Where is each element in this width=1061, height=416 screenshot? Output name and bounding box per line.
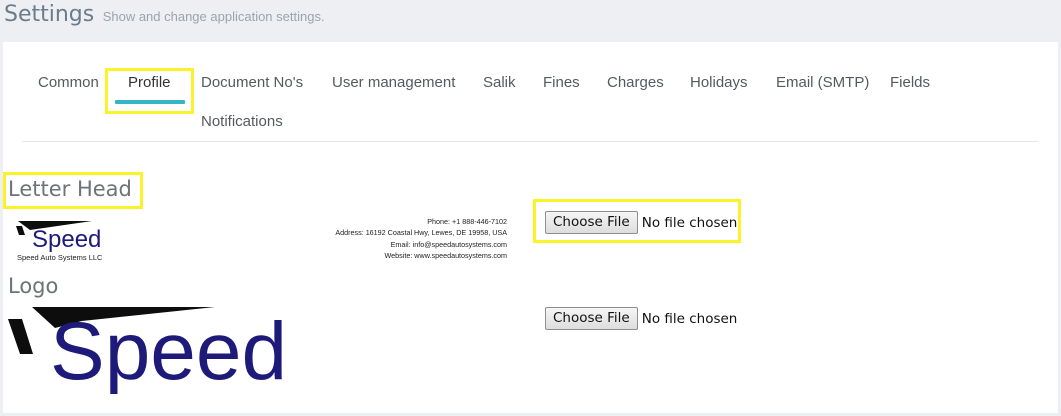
letter-head-file-status: No file chosen <box>641 214 738 231</box>
tab-user-management[interactable]: User management <box>332 74 455 91</box>
page-subtitle: Show and change application settings. <box>102 9 325 24</box>
letter-head-title: Letter Head <box>8 177 132 201</box>
tab-fines[interactable]: Fines <box>543 74 580 91</box>
logo-file-status: No file chosen <box>641 310 738 327</box>
logo-image-text: Speed <box>50 306 283 394</box>
letter-head-address: Address: 16192 Coastal Hwy, Lewes, DE 19… <box>335 228 507 238</box>
tab-common[interactable]: Common <box>38 74 99 91</box>
tab-document-nos[interactable]: Document No's <box>201 74 303 91</box>
letter-head-logo-text: Speed <box>32 226 101 253</box>
active-tab-indicator <box>115 100 185 104</box>
letter-head-company: Speed Auto Systems LLC <box>17 253 103 262</box>
tab-holidays[interactable]: Holidays <box>690 74 748 91</box>
letter-head-website: Website: www.speedautosystems.com <box>384 251 507 261</box>
tab-notifications[interactable]: Notifications <box>201 113 283 130</box>
page-header: Settings Show and change application set… <box>4 2 325 36</box>
logo-title: Logo <box>8 274 59 298</box>
tab-charges[interactable]: Charges <box>607 74 664 91</box>
page-title: Settings <box>4 2 95 27</box>
letter-head-choose-file-button[interactable]: Choose File <box>545 211 638 234</box>
logo-image: Speed <box>8 306 283 394</box>
tab-fields[interactable]: Fields <box>890 74 930 91</box>
tab-salik[interactable]: Salik <box>483 74 516 91</box>
letter-head-email: Email: info@speedautosystems.com <box>390 239 507 249</box>
tab-profile[interactable]: Profile <box>128 74 171 91</box>
logo-file-input[interactable]: Choose File No file chosen <box>545 307 737 330</box>
letter-head-file-input[interactable]: Choose File No file chosen <box>545 211 737 234</box>
letter-head-contact: Phone: +1 888-446-7102 Address: 16192 Co… <box>335 216 507 262</box>
tabs-divider <box>22 141 1038 142</box>
tab-email-smtp[interactable]: Email (SMTP) <box>776 74 869 91</box>
logo-choose-file-button[interactable]: Choose File <box>545 307 638 330</box>
letter-head-phone: Phone: +1 888-446-7102 <box>427 217 507 226</box>
